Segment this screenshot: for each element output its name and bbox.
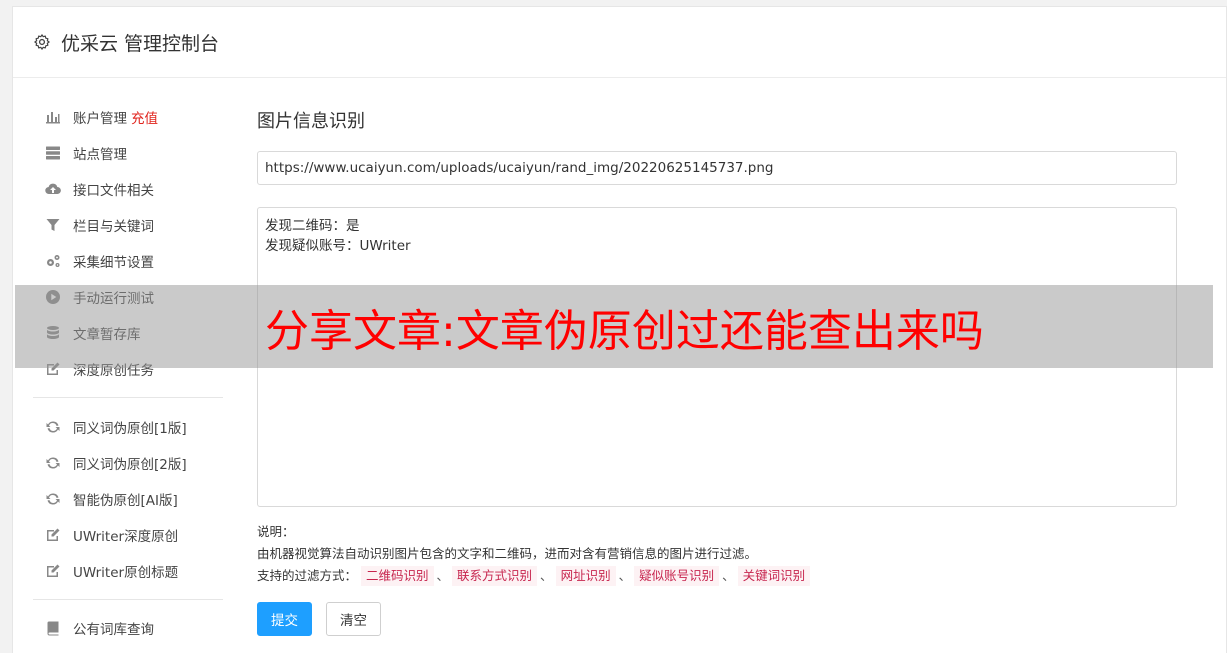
submit-button[interactable]: 提交 bbox=[257, 602, 312, 636]
overlay-banner: 分享文章:文章伪原创过还能查出来吗 bbox=[15, 285, 1213, 368]
description-title: 说明： bbox=[257, 524, 295, 539]
filter-tag: 联系方式识别 bbox=[452, 566, 538, 586]
refresh-icon bbox=[44, 455, 61, 471]
divider bbox=[33, 599, 223, 600]
gears-icon bbox=[44, 253, 61, 269]
action-buttons: 提交 清空 bbox=[257, 602, 1177, 636]
divider bbox=[33, 397, 223, 398]
sidebar-item-label: UWriter深度原创 bbox=[73, 529, 179, 545]
sidebar-item-public-lexicon[interactable]: 公有词库查询 bbox=[33, 610, 223, 646]
result-line: 发现二维码：是 bbox=[265, 218, 360, 234]
sidebar: 账户管理 充值 站点管理 接口文件相关 栏目与关键词 采集细节设置 手动运行测试… bbox=[33, 99, 223, 646]
sidebar-item-label: 接口文件相关 bbox=[73, 183, 154, 199]
main-content: 图片信息识别 发现二维码：是 发现疑似账号：UWriter 说明： 由机器视觉算… bbox=[257, 107, 1177, 636]
edit-icon bbox=[44, 563, 61, 579]
refresh-icon bbox=[44, 419, 61, 435]
sidebar-item-label: 站点管理 bbox=[73, 147, 127, 163]
sidebar-item-sites[interactable]: 站点管理 bbox=[33, 135, 223, 171]
filter-separator: 、 bbox=[722, 568, 735, 583]
sidebar-item-label: 同义词伪原创[2版] bbox=[73, 457, 187, 473]
result-line: 发现疑似账号：UWriter bbox=[265, 238, 411, 254]
filter-tag: 网址识别 bbox=[555, 566, 616, 586]
filter-tag: 二维码识别 bbox=[361, 566, 434, 586]
server-icon bbox=[44, 145, 61, 161]
filter-separator: 、 bbox=[540, 568, 553, 583]
section-title: 图片信息识别 bbox=[257, 111, 365, 132]
recharge-link[interactable]: 充值 bbox=[131, 107, 158, 127]
sidebar-item-ai-rewrite[interactable]: 智能伪原创[AI版] bbox=[33, 481, 223, 517]
filter-tag: 关键词识别 bbox=[737, 566, 811, 586]
sidebar-item-synonym-v2[interactable]: 同义词伪原创[2版] bbox=[33, 445, 223, 481]
sidebar-item-columns-keywords[interactable]: 栏目与关键词 bbox=[33, 207, 223, 243]
sidebar-item-label: 账户管理 bbox=[73, 111, 127, 127]
clear-button[interactable]: 清空 bbox=[326, 602, 381, 636]
book-icon bbox=[44, 620, 61, 636]
sidebar-item-label: 栏目与关键词 bbox=[73, 219, 154, 235]
filter-separator: 、 bbox=[436, 568, 450, 583]
page-title: 优采云 管理控制台 bbox=[61, 32, 220, 55]
sidebar-item-label: 同义词伪原创[1版] bbox=[73, 421, 187, 437]
bar-chart-icon bbox=[44, 109, 61, 125]
sidebar-item-label: UWriter原创标题 bbox=[73, 565, 179, 581]
edit-icon bbox=[44, 527, 61, 543]
sidebar-item-uwriter-title[interactable]: UWriter原创标题 bbox=[33, 553, 223, 589]
sidebar-item-account[interactable]: 账户管理 充值 bbox=[33, 99, 223, 135]
sidebar-item-collect-settings[interactable]: 采集细节设置 bbox=[33, 243, 223, 279]
sidebar-item-label: 公有词库查询 bbox=[73, 622, 154, 638]
sidebar-item-api-files[interactable]: 接口文件相关 bbox=[33, 171, 223, 207]
sidebar-item-synonym-v1[interactable]: 同义词伪原创[1版] bbox=[33, 409, 223, 445]
cloud-upload-icon bbox=[44, 181, 61, 197]
filter-methods: 支持的过滤方式： 二维码识别、联系方式识别、网址识别、疑似账号识别、关键词识别 bbox=[257, 565, 1177, 587]
description: 说明： 由机器视觉算法自动识别图片包含的文字和二维码，进而对含有营销信息的图片进… bbox=[257, 521, 1177, 587]
refresh-icon bbox=[44, 491, 61, 507]
sidebar-item-uwriter-deep[interactable]: UWriter深度原创 bbox=[33, 517, 223, 553]
gear-icon bbox=[34, 34, 50, 50]
overlay-title: 分享文章:文章伪原创过还能查出来吗 bbox=[265, 305, 984, 357]
filter-icon bbox=[44, 217, 61, 233]
filter-tag: 疑似账号识别 bbox=[634, 566, 720, 586]
sidebar-item-label: 采集细节设置 bbox=[73, 255, 154, 271]
sidebar-item-label: 智能伪原创[AI版] bbox=[73, 493, 178, 509]
filter-separator: 、 bbox=[618, 568, 632, 583]
description-text: 由机器视觉算法自动识别图片包含的文字和二维码，进而对含有营销信息的图片进行过滤。 bbox=[257, 546, 758, 561]
filter-label: 支持的过滤方式： bbox=[257, 568, 358, 583]
image-url-input[interactable] bbox=[257, 151, 1177, 185]
header: 优采云 管理控制台 bbox=[13, 7, 1226, 78]
